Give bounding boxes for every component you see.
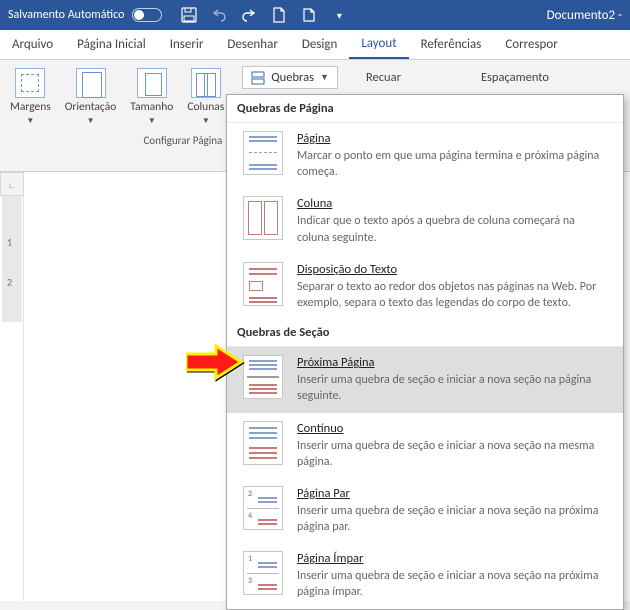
menu-item-desc: Inserir uma quebra de seção e iniciar a … xyxy=(297,568,607,600)
ruler-tick: 1 xyxy=(7,236,12,249)
save-icon[interactable] xyxy=(180,6,198,24)
autosave-label: Salvamento Automático xyxy=(8,8,124,22)
chevron-down-icon: ▼ xyxy=(148,116,156,126)
menu-item-desc: Inserir uma quebra de seção e iniciar a … xyxy=(297,503,607,535)
group-caption-page-setup: Configurar Página xyxy=(8,134,226,147)
new-doc-icon[interactable] xyxy=(270,6,288,24)
menu-item-desc: Inserir uma quebra de seção e iniciar a … xyxy=(297,438,607,470)
tab-desenhar[interactable]: Desenhar xyxy=(215,30,289,59)
menu-item-desc: Marcar o ponto em que uma página termina… xyxy=(297,148,607,180)
colunas-button[interactable]: Colunas ▼ xyxy=(185,66,226,128)
column-break-icon xyxy=(243,196,283,240)
margens-label: Margens xyxy=(10,100,51,114)
tab-pagina-inicial[interactable]: Página Inicial xyxy=(65,30,158,59)
vertical-ruler: 2 1 xyxy=(0,196,24,601)
title-bar: Salvamento Automático ▾ Documento2 - xyxy=(0,0,630,30)
chevron-down-icon: ▼ xyxy=(320,72,329,83)
tamanho-label: Tamanho xyxy=(130,100,173,114)
menu-section-section-breaks: Quebras de Seção xyxy=(227,319,623,347)
more-icon[interactable]: ▾ xyxy=(330,6,348,24)
tab-inserir[interactable]: Inserir xyxy=(158,30,216,59)
breaks-icon xyxy=(251,71,265,85)
espacamento-label: Espaçamento xyxy=(481,70,549,85)
even-page-section-icon: 2 4 xyxy=(243,486,283,530)
tab-arquivo[interactable]: Arquivo xyxy=(0,30,65,59)
orientacao-label: Orientação xyxy=(65,100,116,114)
tab-referencias[interactable]: Referências xyxy=(409,30,494,59)
group-page-setup: Margens ▼ Orientação ▼ Tamanho ▼ Colunas… xyxy=(0,60,234,171)
menu-section-page-breaks: Quebras de Página xyxy=(227,95,623,123)
chevron-down-icon: ▼ xyxy=(26,116,34,126)
menu-item-pagina-impar[interactable]: 1 3 Página Ímpar Inserir uma quebra de s… xyxy=(227,543,623,608)
document-title: Documento2 - xyxy=(547,8,622,23)
quick-access-toolbar: ▾ xyxy=(180,6,348,24)
tab-layout[interactable]: Layout xyxy=(349,30,408,59)
chevron-down-icon: ▼ xyxy=(202,116,210,126)
quebras-menu: Quebras de Página Página Marcar o ponto … xyxy=(226,94,624,610)
menu-item-desc: Indicar que o texto após a quebra de col… xyxy=(297,213,607,245)
menu-item-title: Página xyxy=(297,131,607,146)
open-icon[interactable] xyxy=(300,6,318,24)
text-wrapping-break-icon xyxy=(243,262,283,306)
quebras-button[interactable]: Quebras ▼ xyxy=(242,66,338,89)
menu-item-title: Página Ímpar xyxy=(297,551,607,566)
orientacao-button[interactable]: Orientação ▼ xyxy=(63,66,118,128)
margens-button[interactable]: Margens ▼ xyxy=(8,66,53,128)
odd-page-section-icon: 1 3 xyxy=(243,551,283,595)
menu-item-desc: Separar o texto ao redor dos objetos nas… xyxy=(297,279,607,311)
size-icon xyxy=(137,68,167,98)
page-break-icon xyxy=(243,131,283,175)
quebras-label: Quebras xyxy=(271,70,314,85)
tab-correspondencias[interactable]: Correspor xyxy=(493,30,569,59)
undo-icon[interactable] xyxy=(210,6,228,24)
autosave-toggle[interactable] xyxy=(132,8,162,22)
menu-item-title: Próxima Página xyxy=(297,355,607,370)
columns-icon xyxy=(191,68,221,98)
menu-item-title: Página Par xyxy=(297,486,607,501)
menu-item-pagina-par[interactable]: 2 4 Página Par Inserir uma quebra de seç… xyxy=(227,478,623,543)
recuar-label: Recuar xyxy=(366,70,401,85)
redo-icon[interactable] xyxy=(240,6,258,24)
menu-item-desc: Inserir uma quebra de seção e iniciar a … xyxy=(297,372,607,404)
menu-item-title: Contínuo xyxy=(297,421,607,436)
menu-item-continuo[interactable]: Contínuo Inserir uma quebra de seção e i… xyxy=(227,413,623,478)
ribbon-tabs: Arquivo Página Inicial Inserir Desenhar … xyxy=(0,30,630,60)
ruler-corner: ∟ xyxy=(0,172,24,196)
chevron-down-icon: ▼ xyxy=(87,116,95,126)
tamanho-button[interactable]: Tamanho ▼ xyxy=(128,66,175,128)
ruler-tick: 2 xyxy=(7,276,12,289)
colunas-label: Colunas xyxy=(187,100,224,114)
menu-item-disposicao[interactable]: Disposição do Texto Separar o texto ao r… xyxy=(227,254,623,319)
orientation-icon xyxy=(76,68,106,98)
margins-icon xyxy=(15,68,45,98)
menu-item-coluna[interactable]: Coluna Indicar que o texto após a quebra… xyxy=(227,188,623,253)
menu-item-pagina[interactable]: Página Marcar o ponto em que uma página … xyxy=(227,123,623,188)
menu-item-proxima-pagina[interactable]: Próxima Página Inserir uma quebra de seç… xyxy=(227,347,623,412)
tab-design[interactable]: Design xyxy=(290,30,349,59)
menu-item-title: Coluna xyxy=(297,196,607,211)
continuous-section-icon xyxy=(243,421,283,465)
menu-item-title: Disposição do Texto xyxy=(297,262,607,277)
next-page-section-icon xyxy=(243,355,283,399)
